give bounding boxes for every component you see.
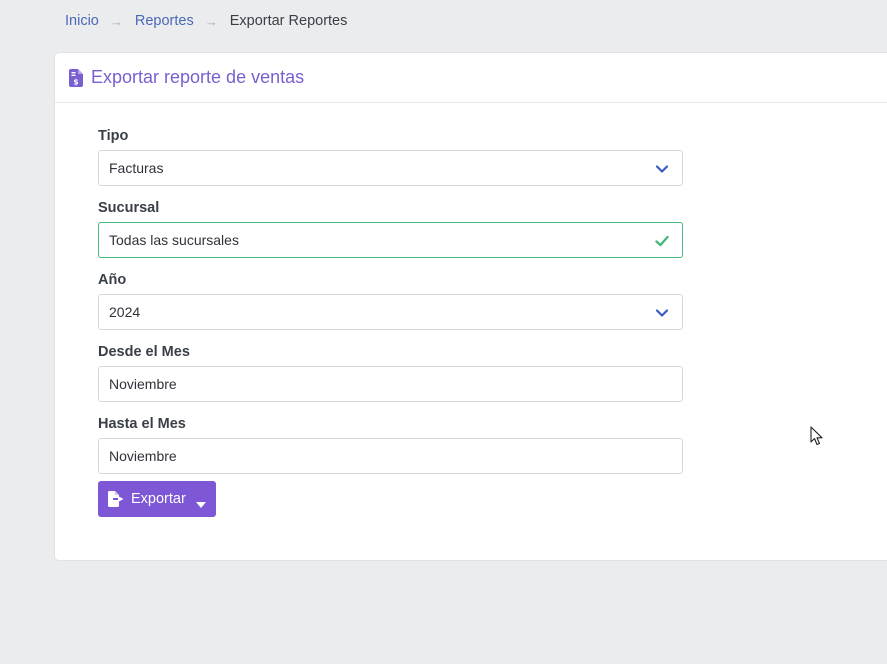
breadcrumb: Inicio → Reportes → Exportar Reportes bbox=[65, 11, 347, 31]
anio-select[interactable]: 2024 bbox=[98, 294, 683, 330]
breadcrumb-inicio-link[interactable]: Inicio bbox=[65, 13, 99, 29]
file-invoice-dollar-icon: $ bbox=[69, 68, 83, 87]
desde-mes-select[interactable]: Noviembre bbox=[98, 366, 683, 402]
tipo-label: Tipo bbox=[98, 128, 129, 144]
hasta-selected-value: Noviembre bbox=[109, 448, 177, 464]
hasta-mes-select[interactable]: Noviembre bbox=[98, 438, 683, 474]
chevron-down-icon bbox=[655, 162, 669, 176]
export-report-card: $ Exportar reporte de ventas Tipo Factur… bbox=[54, 52, 887, 561]
desde-selected-value: Noviembre bbox=[109, 376, 177, 392]
hasta-field: Hasta el Mes Noviembre bbox=[98, 415, 683, 474]
check-icon bbox=[655, 234, 669, 248]
breadcrumb-current: Exportar Reportes bbox=[229, 13, 348, 29]
anio-label: Año bbox=[98, 272, 127, 288]
desde-label: Desde el Mes bbox=[98, 344, 190, 360]
tipo-select[interactable]: Facturas bbox=[98, 150, 683, 186]
file-export-icon bbox=[108, 491, 125, 507]
breadcrumb-separator: → bbox=[204, 13, 218, 29]
tipo-field: Tipo Facturas bbox=[98, 127, 683, 186]
svg-text:$: $ bbox=[73, 77, 78, 86]
breadcrumb-separator: → bbox=[109, 13, 123, 29]
anio-selected-value: 2024 bbox=[109, 304, 141, 320]
chevron-down-icon bbox=[655, 306, 669, 320]
hasta-label: Hasta el Mes bbox=[98, 416, 186, 432]
tipo-selected-value: Facturas bbox=[109, 160, 164, 176]
export-button[interactable]: Exportar bbox=[98, 481, 216, 517]
card-header: $ Exportar reporte de ventas bbox=[55, 53, 887, 103]
mouse-cursor-icon bbox=[810, 426, 823, 446]
caret-down-icon bbox=[195, 496, 206, 508]
anio-field: Año 2024 bbox=[98, 271, 683, 330]
sucursal-label: Sucursal bbox=[98, 200, 160, 216]
breadcrumb-reportes-link[interactable]: Reportes bbox=[135, 13, 194, 29]
sucursal-select[interactable]: Todas las sucursales bbox=[98, 222, 683, 258]
sucursal-selected-value: Todas las sucursales bbox=[109, 232, 239, 248]
export-form: Tipo Facturas Sucursal Todas las sucursa… bbox=[98, 127, 683, 487]
sucursal-field: Sucursal Todas las sucursales bbox=[98, 199, 683, 258]
desde-field: Desde el Mes Noviembre bbox=[98, 343, 683, 402]
export-button-label: Exportar bbox=[131, 491, 186, 507]
card-title: Exportar reporte de ventas bbox=[91, 67, 305, 87]
